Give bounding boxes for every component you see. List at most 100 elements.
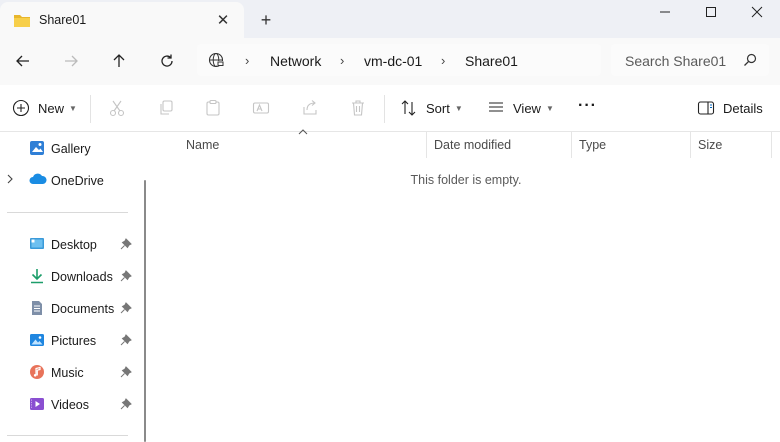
- maximize-icon: [706, 7, 716, 17]
- breadcrumb-separator[interactable]: ›: [340, 53, 344, 68]
- breadcrumb-network[interactable]: Network: [270, 53, 321, 69]
- onedrive-icon: [29, 172, 47, 189]
- plus-circle-icon: [12, 99, 30, 117]
- sidebar-item-label: Videos: [51, 398, 89, 412]
- chevron-down-icon: ▼: [545, 103, 554, 113]
- sort-button[interactable]: Sort ▼: [400, 99, 463, 117]
- desktop-icon: [29, 236, 45, 255]
- navigation-bar: › Network › vm-dc-01 › Share01 Search Sh…: [0, 38, 780, 85]
- sidebar-item-label: Desktop: [51, 238, 97, 252]
- more-options-button[interactable]: ···: [578, 97, 597, 115]
- music-icon: [29, 364, 45, 383]
- sidebar-item-label: OneDrive: [51, 174, 104, 188]
- delete-button[interactable]: [349, 99, 367, 117]
- arrow-up-icon: [113, 54, 125, 67]
- tab-share01[interactable]: Share01 ✕: [0, 2, 244, 38]
- paste-button[interactable]: [204, 99, 222, 117]
- scissors-icon: [109, 100, 125, 117]
- chevron-down-icon: ▼: [454, 103, 463, 113]
- column-divider[interactable]: [771, 132, 772, 158]
- trash-icon: [352, 100, 364, 116]
- documents-icon: [29, 300, 45, 319]
- videos-icon: [29, 396, 45, 415]
- command-bar: New ▼ Sort ▼ View ▼ ··· Details: [0, 85, 780, 132]
- rename-icon: [252, 102, 270, 114]
- sidebar-item-music[interactable]: Music: [0, 358, 138, 386]
- column-header-date-modified[interactable]: Date modified: [434, 138, 511, 152]
- sort-label: Sort: [426, 100, 450, 116]
- sidebar-item-onedrive[interactable]: OneDrive: [0, 166, 138, 194]
- sidebar-item-documents[interactable]: Documents: [0, 294, 138, 322]
- view-button[interactable]: View ▼: [487, 99, 554, 117]
- more-icon: ···: [578, 97, 597, 114]
- cut-button[interactable]: [108, 99, 126, 117]
- breadcrumb-share01[interactable]: Share01: [465, 53, 518, 69]
- gallery-icon: [29, 140, 45, 159]
- pin-icon[interactable]: [120, 302, 132, 317]
- file-list: Name Date modified Type Size This folder…: [152, 129, 780, 442]
- column-divider[interactable]: [690, 132, 691, 158]
- title-bar: Share01 ✕ +: [0, 0, 780, 38]
- breadcrumb-separator[interactable]: ›: [245, 53, 249, 68]
- refresh-icon: [161, 54, 173, 67]
- share-button[interactable]: [301, 99, 319, 117]
- sidebar-item-downloads[interactable]: Downloads: [0, 262, 138, 290]
- clipboard-icon: [206, 99, 220, 116]
- sidebar-item-label: Documents: [51, 302, 115, 316]
- share-icon: [303, 100, 317, 115]
- refresh-button[interactable]: [156, 50, 178, 72]
- navigation-pane: Gallery OneDrive Desktop Downloads Docum…: [0, 132, 148, 442]
- sidebar-item-desktop[interactable]: Desktop: [0, 230, 138, 258]
- new-tab-button[interactable]: +: [256, 10, 276, 30]
- pin-icon[interactable]: [120, 238, 132, 253]
- sidebar-item-label: Pictures: [51, 334, 97, 348]
- breadcrumb-vm-dc-01[interactable]: vm-dc-01: [364, 53, 422, 69]
- sidebar-item-label: Music: [51, 366, 84, 380]
- sort-ascending-icon: [298, 127, 308, 137]
- minimize-icon: [660, 11, 670, 13]
- pictures-icon: [29, 332, 45, 351]
- sidebar-item-label: Downloads: [51, 270, 113, 284]
- column-header-size[interactable]: Size: [698, 138, 722, 152]
- maximize-button[interactable]: [688, 0, 734, 24]
- minimize-button[interactable]: [642, 0, 688, 24]
- tab-title: Share01: [39, 13, 87, 27]
- rename-button[interactable]: [252, 99, 270, 117]
- sidebar-item-gallery[interactable]: Gallery: [0, 134, 138, 162]
- divider: [7, 435, 128, 436]
- pin-icon[interactable]: [120, 270, 132, 285]
- close-window-button[interactable]: [734, 0, 780, 24]
- breadcrumb-separator[interactable]: ›: [441, 53, 445, 68]
- sidebar-item-videos[interactable]: Videos: [0, 390, 138, 418]
- view-label: View: [513, 100, 541, 116]
- details-button[interactable]: Details: [697, 99, 763, 117]
- divider: [7, 212, 128, 213]
- new-label: New: [38, 100, 65, 116]
- close-icon: [751, 6, 763, 18]
- new-button[interactable]: New ▼: [12, 99, 77, 117]
- search-box[interactable]: Search Share01: [611, 44, 769, 76]
- column-header-type[interactable]: Type: [579, 138, 606, 152]
- back-button[interactable]: [12, 50, 34, 72]
- chevron-right-icon[interactable]: [6, 174, 14, 187]
- sidebar-item-pictures[interactable]: Pictures: [0, 326, 138, 354]
- chevron-down-icon: ▼: [69, 103, 77, 113]
- column-divider[interactable]: [426, 132, 427, 158]
- forward-button[interactable]: [60, 50, 82, 72]
- up-button[interactable]: [108, 50, 130, 72]
- copy-button[interactable]: [157, 99, 175, 117]
- column-header-name[interactable]: Name: [186, 138, 219, 152]
- list-view-icon: [489, 102, 503, 112]
- close-tab-icon[interactable]: ✕: [214, 11, 232, 29]
- search-icon: [743, 53, 757, 70]
- details-label: Details: [723, 100, 763, 116]
- column-divider[interactable]: [571, 132, 572, 158]
- pin-icon[interactable]: [120, 334, 132, 349]
- sidebar-scrollbar[interactable]: [144, 180, 146, 442]
- pin-icon[interactable]: [120, 398, 132, 413]
- network-globe-icon: [208, 52, 224, 71]
- address-bar[interactable]: › Network › vm-dc-01 › Share01: [197, 44, 601, 76]
- arrow-right-icon: [65, 55, 78, 67]
- pin-icon[interactable]: [120, 366, 132, 381]
- downloads-icon: [29, 268, 45, 287]
